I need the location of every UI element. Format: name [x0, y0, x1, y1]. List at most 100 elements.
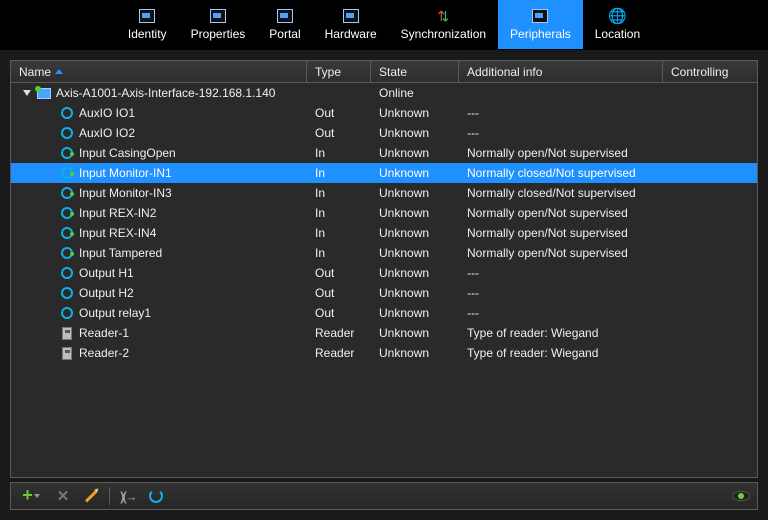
expander-icon[interactable]: [23, 90, 31, 96]
tab-label: Synchronization: [401, 27, 486, 41]
table-row[interactable]: Output H1 Out Unknown ---: [11, 263, 757, 283]
cell-name: Input REX-IN4: [79, 226, 156, 240]
cell-type: Out: [315, 266, 334, 280]
tab-identity[interactable]: Identity: [116, 0, 179, 49]
portal-icon: [276, 7, 294, 25]
table-row[interactable]: Input REX-IN4 In Unknown Normally open/Not …: [11, 223, 757, 243]
col-header-info-label: Additional info: [467, 65, 542, 79]
refresh-icon: [149, 489, 163, 503]
add-button[interactable]: +: [15, 485, 47, 507]
cell-name: Reader-1: [79, 326, 129, 340]
col-header-state[interactable]: State: [371, 61, 459, 82]
tab-label: Identity: [128, 27, 167, 41]
cell-type: In: [315, 206, 325, 220]
table-row[interactable]: Input Monitor-IN1InUnknownNormally close…: [11, 163, 757, 183]
io-icon: [59, 106, 74, 121]
tab-label: Location: [595, 27, 640, 41]
hardware-icon: [342, 7, 360, 25]
io-icon: [59, 166, 74, 181]
col-header-type[interactable]: Type: [307, 61, 371, 82]
cell-info: Normally open/Not supervised: [467, 206, 628, 220]
eye-icon: [732, 491, 750, 501]
cell-name: AuxIO IO2: [79, 126, 135, 140]
table-row[interactable]: Input Monitor-IN3InUnknownNormally close…: [11, 183, 757, 203]
cell-name: Input Tampered: [79, 246, 162, 260]
tab-label: Peripherals: [510, 27, 571, 41]
peripherals-icon: [531, 7, 549, 25]
section-tabbar: Identity Properties Portal Hardware ⇅ Synchro…: [0, 0, 768, 50]
tab-label: Portal: [269, 27, 300, 41]
col-header-controlling-label: Controlling: [671, 65, 728, 79]
cell-type: In: [315, 246, 325, 260]
x-icon: ✕: [57, 487, 70, 505]
cell-state: Unknown: [379, 306, 429, 320]
cell-name: Axis-A1001-Axis-Interface-192.168.1.140: [56, 86, 275, 100]
cell-state: Unknown: [379, 206, 429, 220]
synchronization-icon: ⇅: [434, 7, 452, 25]
cell-name: Reader-2: [79, 346, 129, 360]
table-row[interactable]: AuxIO IO2OutUnknown---: [11, 123, 757, 143]
table-row[interactable]: Output relay1OutUnknown---: [11, 303, 757, 323]
cell-info: ---: [467, 266, 479, 280]
tab-label: Hardware: [325, 27, 377, 41]
cell-state: Unknown: [379, 226, 429, 240]
cell-state: Unknown: [379, 166, 429, 180]
table-row[interactable]: Input REX-IN2 In Unknown Normally open/Not …: [11, 203, 757, 223]
cell-state: Unknown: [379, 286, 429, 300]
col-header-state-label: State: [379, 65, 407, 79]
location-icon: 🌐: [608, 7, 626, 25]
bottom-toolbar: + ✕ )(→: [10, 482, 758, 510]
table-row[interactable]: Output H2OutUnknown---: [11, 283, 757, 303]
cell-info: Normally open/Not supervised: [467, 226, 628, 240]
refresh-button[interactable]: [144, 485, 168, 507]
cell-state: Unknown: [379, 326, 429, 340]
io-icon: [59, 226, 74, 241]
cell-type: In: [315, 186, 325, 200]
cell-type: In: [315, 226, 325, 240]
tab-location[interactable]: 🌐 Location: [583, 0, 652, 49]
sort-asc-icon: [55, 69, 63, 74]
tab-portal[interactable]: Portal: [257, 0, 312, 49]
cell-name: Output relay1: [79, 306, 151, 320]
link-button[interactable]: )(→: [116, 485, 140, 507]
edit-button[interactable]: [79, 485, 103, 507]
tab-peripherals[interactable]: Peripherals: [498, 0, 583, 49]
properties-icon: [209, 7, 227, 25]
cell-name: Output H1: [79, 266, 134, 280]
table-row[interactable]: Input CasingOpenInUnknownNormally open/N…: [11, 143, 757, 163]
identity-icon: [138, 7, 156, 25]
peripherals-grid: Name Type State Additional info Controll…: [10, 60, 758, 478]
table-row[interactable]: Reader-1 Reader Unknown Type of reader: Wie…: [11, 323, 757, 343]
col-header-info[interactable]: Additional info: [459, 61, 663, 82]
reader-icon: [59, 326, 74, 341]
tab-synchronization[interactable]: ⇅ Synchronization: [389, 0, 498, 49]
cell-info: Type of reader: Wiegand: [467, 326, 598, 340]
table-row[interactable]: Axis-A1001-Axis-Interface-192.168.1.140O…: [11, 83, 757, 103]
cell-name: Input REX-IN2: [79, 206, 156, 220]
io-icon: [59, 266, 74, 281]
cell-type: Reader: [315, 346, 354, 360]
table-row[interactable]: Input Tampered In Unknown Normally open/Not…: [11, 243, 757, 263]
col-header-controlling[interactable]: Controlling: [663, 61, 757, 82]
cell-name: Input CasingOpen: [79, 146, 176, 160]
link-icon: )(→: [120, 489, 136, 504]
cell-type: Out: [315, 286, 334, 300]
col-header-name[interactable]: Name: [11, 61, 307, 82]
io-icon: [59, 306, 74, 321]
tab-properties[interactable]: Properties: [179, 0, 258, 49]
cell-info: ---: [467, 106, 479, 120]
cell-state: Unknown: [379, 266, 429, 280]
cell-name: Input Monitor-IN1: [79, 166, 172, 180]
cell-info: Type of reader: Wiegand: [467, 346, 598, 360]
cell-info: Normally open/Not supervised: [467, 246, 628, 260]
delete-button[interactable]: ✕: [51, 485, 75, 507]
col-header-type-label: Type: [315, 65, 341, 79]
cell-state: Unknown: [379, 106, 429, 120]
device-icon: [36, 86, 51, 101]
table-row[interactable]: Reader-2ReaderUnknownType of reader: Wie…: [11, 343, 757, 363]
tab-hardware[interactable]: Hardware: [313, 0, 389, 49]
view-button[interactable]: [729, 485, 753, 507]
table-row[interactable]: AuxIO IO1OutUnknown---: [11, 103, 757, 123]
cell-type: Reader: [315, 326, 354, 340]
cell-state: Unknown: [379, 246, 429, 260]
